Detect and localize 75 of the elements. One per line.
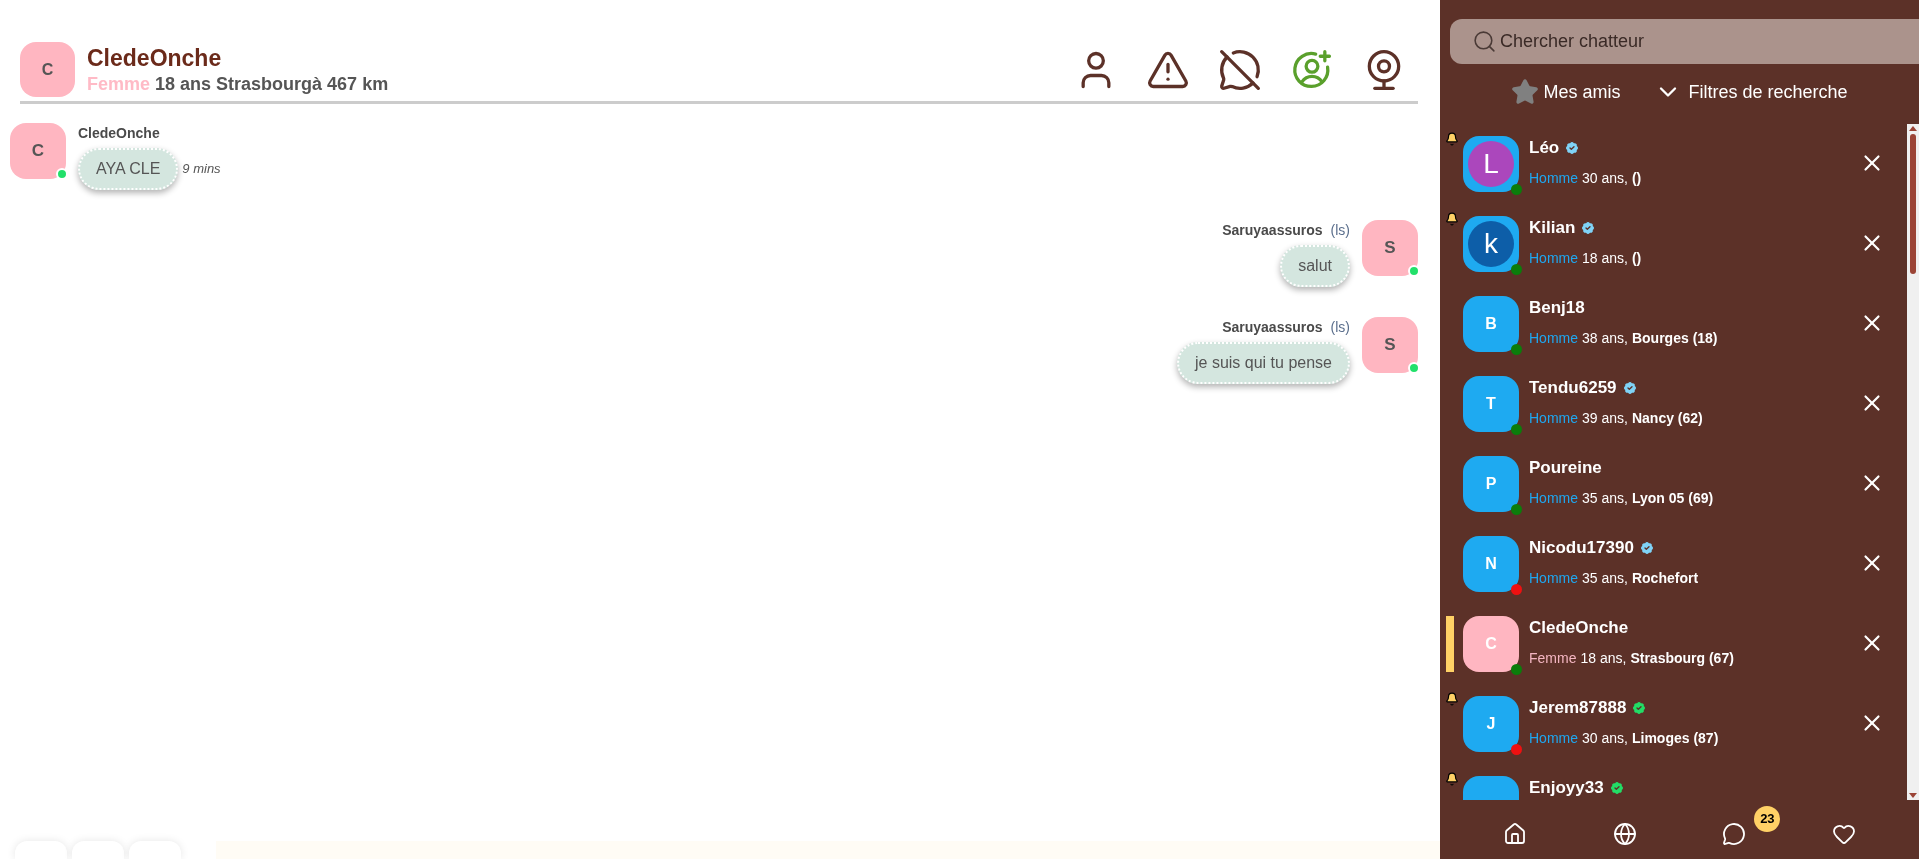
user-list-item[interactable]: B Benj18 Homme 38 ans, Bourges (18) [1440, 284, 1907, 364]
user-name: Kilian [1529, 217, 1576, 240]
user-location: () [1631, 249, 1642, 268]
chat-icon [1722, 822, 1747, 846]
user-avatar: S [1362, 220, 1418, 276]
user-avatar: C [20, 42, 75, 97]
friends-button[interactable]: Mes amis [1511, 78, 1621, 106]
chat-partner-name: CledeOnche [87, 43, 223, 73]
user-gender: Homme [1529, 489, 1578, 508]
sender-tag: (ls) [1330, 317, 1350, 338]
user-name: Poureine [1529, 457, 1602, 480]
home-icon [1502, 822, 1527, 846]
user-list-item[interactable]: J Jerem87888 Homme 30 ans, Limoges (87) [1440, 684, 1907, 764]
sender-name: Saruyaassuros [1222, 318, 1323, 337]
user-gender: Homme [1529, 329, 1578, 348]
user-avatar: C [10, 123, 66, 179]
user-location: Lyon 05 (69) [1631, 489, 1714, 508]
user-location: Strasbourg (67) [1630, 649, 1734, 668]
user-avatar: S [1362, 317, 1418, 373]
filters-button[interactable]: Filtres de recherche [1654, 78, 1848, 106]
user-age: 38 ans, [1582, 329, 1628, 348]
sender-tag: (ls) [1330, 220, 1350, 241]
user-name: Enjoyy33 [1529, 777, 1604, 800]
user-name: Jerem87888 [1529, 697, 1627, 720]
message-bubble: salut [1280, 245, 1350, 287]
user-avatar: B [1463, 296, 1519, 352]
user-avatar: P [1463, 456, 1519, 512]
user-name: CledeOnche [1529, 617, 1629, 640]
user-name: Tendu6259 [1529, 377, 1617, 400]
search-icon [1472, 29, 1497, 54]
search-field[interactable]: Chercher chatteur [1450, 19, 1919, 64]
user-gender: Homme [1529, 569, 1578, 588]
user-gender: Homme [1529, 409, 1578, 428]
message-bubble: AYA CLE [78, 148, 179, 190]
user-list-item[interactable]: T Tendu6259 Homme 39 ans, Nancy (62) [1440, 364, 1907, 444]
unread-count-badge: 23 [1754, 806, 1781, 832]
user-avatar: N [1463, 536, 1519, 592]
user-name: Benj18 [1529, 297, 1585, 320]
user-age: 39 ans, [1582, 409, 1628, 428]
user-list-item[interactable]: P Poureine Homme 35 ans, Lyon 05 (69) [1440, 444, 1907, 524]
user-location: () [1631, 169, 1642, 188]
globe-icon [1612, 822, 1637, 846]
sender-name: CledeOnche [78, 124, 160, 143]
user-gender: Homme [1529, 729, 1578, 748]
message-bubble: je suis qui tu pense [1177, 342, 1350, 384]
sender-name: Saruyaassuros [1222, 221, 1323, 240]
message-time: 9 mins [182, 160, 221, 179]
user-age: 30 ans, [1582, 169, 1628, 188]
user-avatar: J [1463, 696, 1519, 752]
user-age: 35 ans, [1582, 569, 1628, 588]
user-location: Rochefort [1631, 569, 1699, 588]
partner-details: 18 ans Strasbourgà 467 km [155, 72, 389, 96]
user-location: Limoges (87) [1631, 729, 1719, 748]
user-list-item[interactable]: L Léo Homme 30 ans, () [1440, 124, 1907, 204]
user-gender: Homme [1529, 169, 1578, 188]
user-age: 18 ans, [1582, 249, 1628, 268]
user-age: 18 ans, [1580, 649, 1627, 668]
user-avatar: C [1463, 616, 1519, 672]
star-icon [1511, 78, 1540, 106]
user-name: Léo [1529, 137, 1560, 160]
user-gender: Homme [1529, 249, 1578, 268]
user-gender: Femme [1529, 649, 1577, 668]
partner-gender: Femme [87, 72, 151, 96]
user-age: 30 ans, [1582, 729, 1628, 748]
user-age: 35 ans, [1582, 489, 1628, 508]
user-list-item[interactable]: Enjoyy33 [1440, 764, 1907, 800]
user-location: Nancy (62) [1631, 409, 1703, 428]
user-location: Bourges (18) [1631, 329, 1718, 348]
chat-off-icon [1218, 47, 1262, 92]
user-list-item[interactable]: N Nicodu17390 Homme 35 ans, Rochefort [1440, 524, 1907, 604]
user-name: Nicodu17390 [1529, 537, 1634, 560]
heart-icon [1832, 822, 1857, 846]
user-list-item[interactable]: C CledeOnche Femme 18 ans, Strasbourg (67) [1440, 604, 1907, 684]
user-avatar: T [1463, 376, 1519, 432]
user-list-item[interactable]: k Kilian Homme 18 ans, () [1440, 204, 1907, 284]
